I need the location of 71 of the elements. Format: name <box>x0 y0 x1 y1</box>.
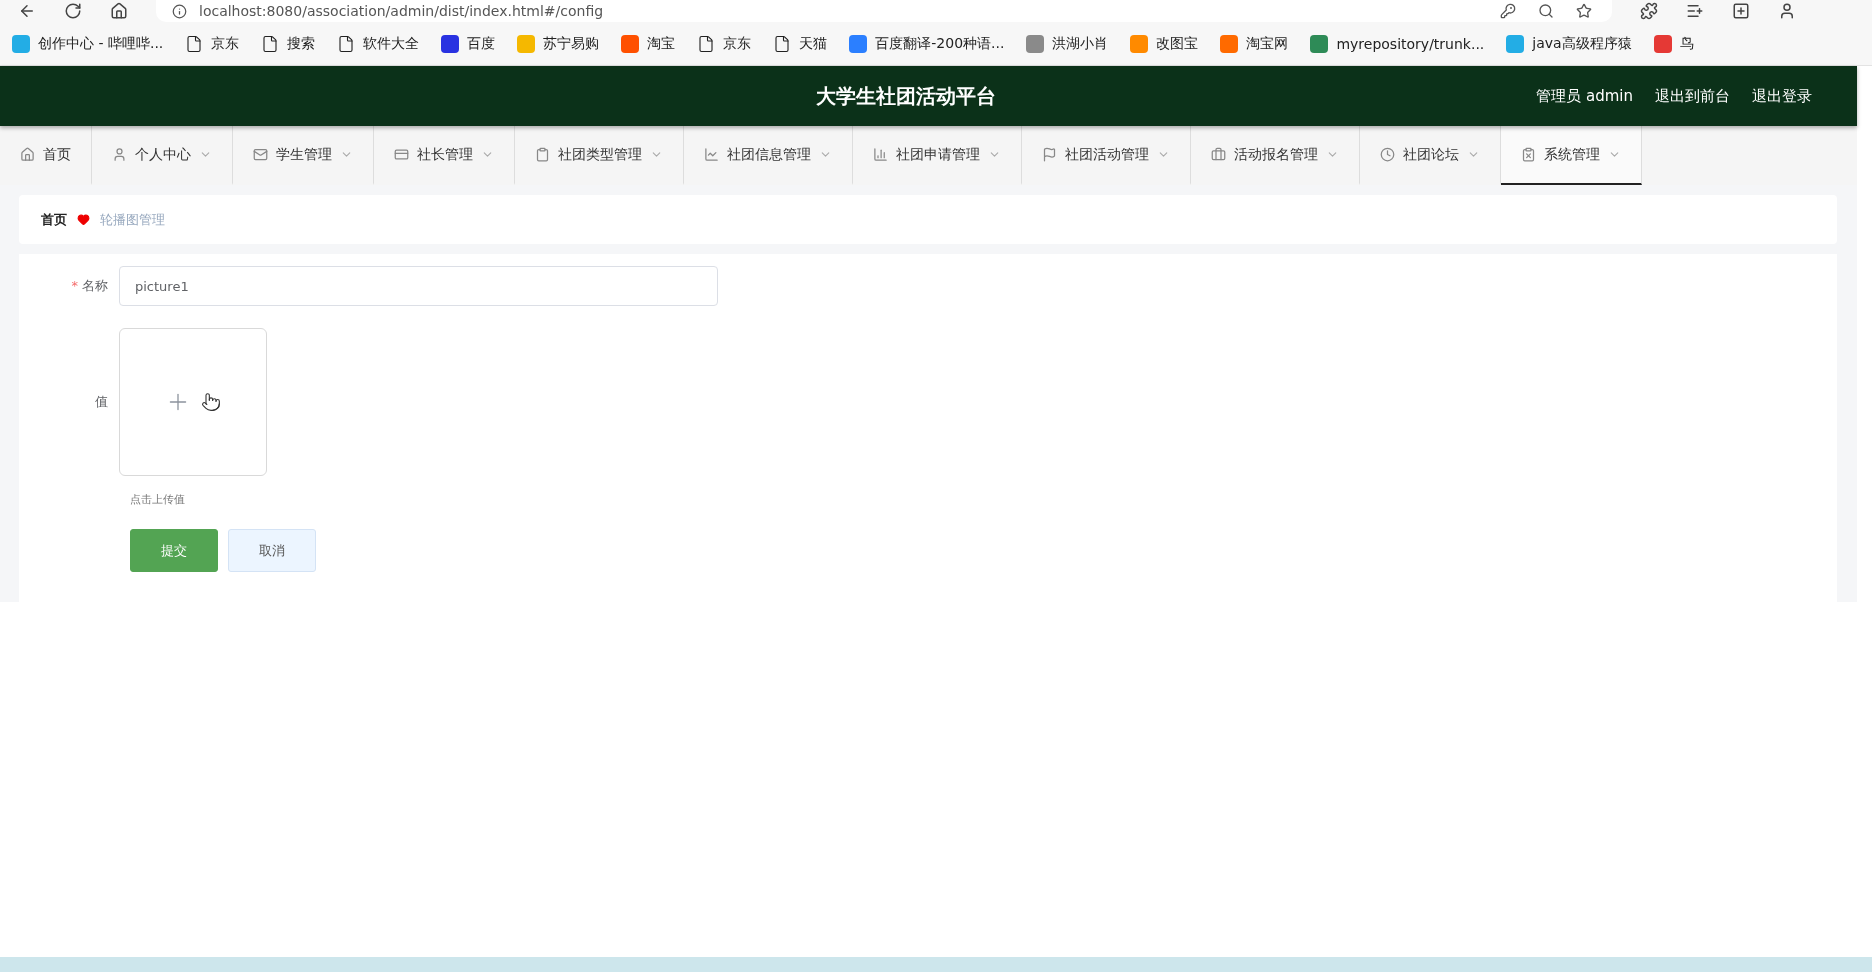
nav-label: 社长管理 <box>417 145 473 164</box>
page-icon <box>773 34 792 53</box>
field-label: 值 <box>95 394 108 409</box>
heart-icon <box>77 213 90 226</box>
bookmark-link[interactable]: 改图宝 <box>1130 34 1199 53</box>
nav-item-icon <box>1521 147 1536 162</box>
page-icon <box>697 34 716 53</box>
url-text: localhost:8080/association/admin/dist/index.html#/config <box>199 3 604 19</box>
puzzle-icon[interactable] <box>1640 2 1658 20</box>
cancel-button[interactable]: 取消 <box>228 529 316 572</box>
site-title: 大学生社团活动平台 <box>816 82 996 110</box>
nav-label: 社团申请管理 <box>896 145 980 164</box>
nav-label: 活动报名管理 <box>1234 145 1318 164</box>
bookmark-link[interactable]: java高级程序猿 <box>1506 34 1632 53</box>
key-icon[interactable] <box>1500 3 1516 19</box>
nav-item-icon <box>394 147 409 162</box>
zoom-icon[interactable] <box>1538 3 1554 19</box>
nav-label: 个人中心 <box>135 145 191 164</box>
header-link[interactable]: 退出到前台 <box>1655 86 1730 106</box>
nav-label: 社团信息管理 <box>727 145 811 164</box>
nav-item-icon <box>1042 147 1057 162</box>
refresh-icon[interactable] <box>64 2 82 20</box>
page-icon <box>337 34 356 53</box>
upload-hint: 点击上传值 <box>130 492 186 507</box>
nav-item-icon <box>704 147 719 162</box>
nav-item-icon <box>20 147 35 162</box>
required-mark: * <box>71 278 78 293</box>
bookmark-link[interactable]: 京东 <box>697 34 752 53</box>
name-input[interactable]: picture1 <box>119 266 718 306</box>
bookmark-link[interactable]: 百度翻译-200种语... <box>849 34 1005 53</box>
nav-item-icon <box>253 147 268 162</box>
nav-label: 学生管理 <box>276 145 332 164</box>
info-icon[interactable] <box>172 3 187 19</box>
bookmark-link[interactable]: 百度 <box>441 34 496 53</box>
nav-label: 社团类型管理 <box>558 145 642 164</box>
page-icon <box>185 34 204 53</box>
breadcrumb-link[interactable]: 首页 <box>41 210 67 229</box>
bookmark-link[interactable]: 鸟 <box>1653 34 1694 53</box>
home-icon[interactable] <box>110 2 128 20</box>
bookmark-link[interactable]: 淘宝 <box>621 34 676 53</box>
bookmark-link[interactable]: 搜索 <box>261 34 316 53</box>
back-icon[interactable] <box>18 2 36 20</box>
bookmark-link[interactable]: 天猫 <box>773 34 828 53</box>
bookmark-link[interactable]: 软件大全 <box>337 34 420 53</box>
bookmark-link[interactable]: 苏宁易购 <box>517 34 600 53</box>
nav-label: 首页 <box>43 145 71 164</box>
nav-item-icon <box>1380 147 1395 162</box>
nav-tab[interactable]: 系统管理 <box>1501 126 1642 185</box>
profile-icon[interactable] <box>1778 2 1796 20</box>
header-link[interactable]: 退出登录 <box>1752 86 1812 106</box>
bookmark-link[interactable]: 创作中心 - 哔哩哔... <box>12 34 164 53</box>
nav-item-icon <box>1211 147 1226 162</box>
nav-label: 社团论坛 <box>1403 145 1459 164</box>
favorites-icon[interactable] <box>1686 2 1704 20</box>
bookmark-link[interactable]: 淘宝网 <box>1220 34 1289 53</box>
collections-icon[interactable] <box>1732 2 1750 20</box>
nav-label: 社团活动管理 <box>1065 145 1149 164</box>
bookmark-link[interactable]: myrepository/trunk... <box>1310 34 1485 53</box>
favorite-icon[interactable] <box>1576 3 1592 19</box>
nav-item-icon <box>535 147 550 162</box>
bookmark-link[interactable]: 洪湖小肖 <box>1026 34 1109 53</box>
field-label: 名称 <box>82 278 108 293</box>
page-icon <box>261 34 280 53</box>
breadcrumb-current: 轮播图管理 <box>100 210 165 229</box>
hand-cursor-icon <box>201 392 221 412</box>
nav-item-icon <box>873 147 888 162</box>
header-link[interactable]: 管理员 admin <box>1536 86 1633 106</box>
nav-item-icon <box>112 147 127 162</box>
nav-label: 系统管理 <box>1544 145 1600 164</box>
address-bar[interactable]: localhost:8080/association/admin/dist/index.html#/config <box>156 0 1612 22</box>
bookmark-link[interactable]: 京东 <box>185 34 240 53</box>
